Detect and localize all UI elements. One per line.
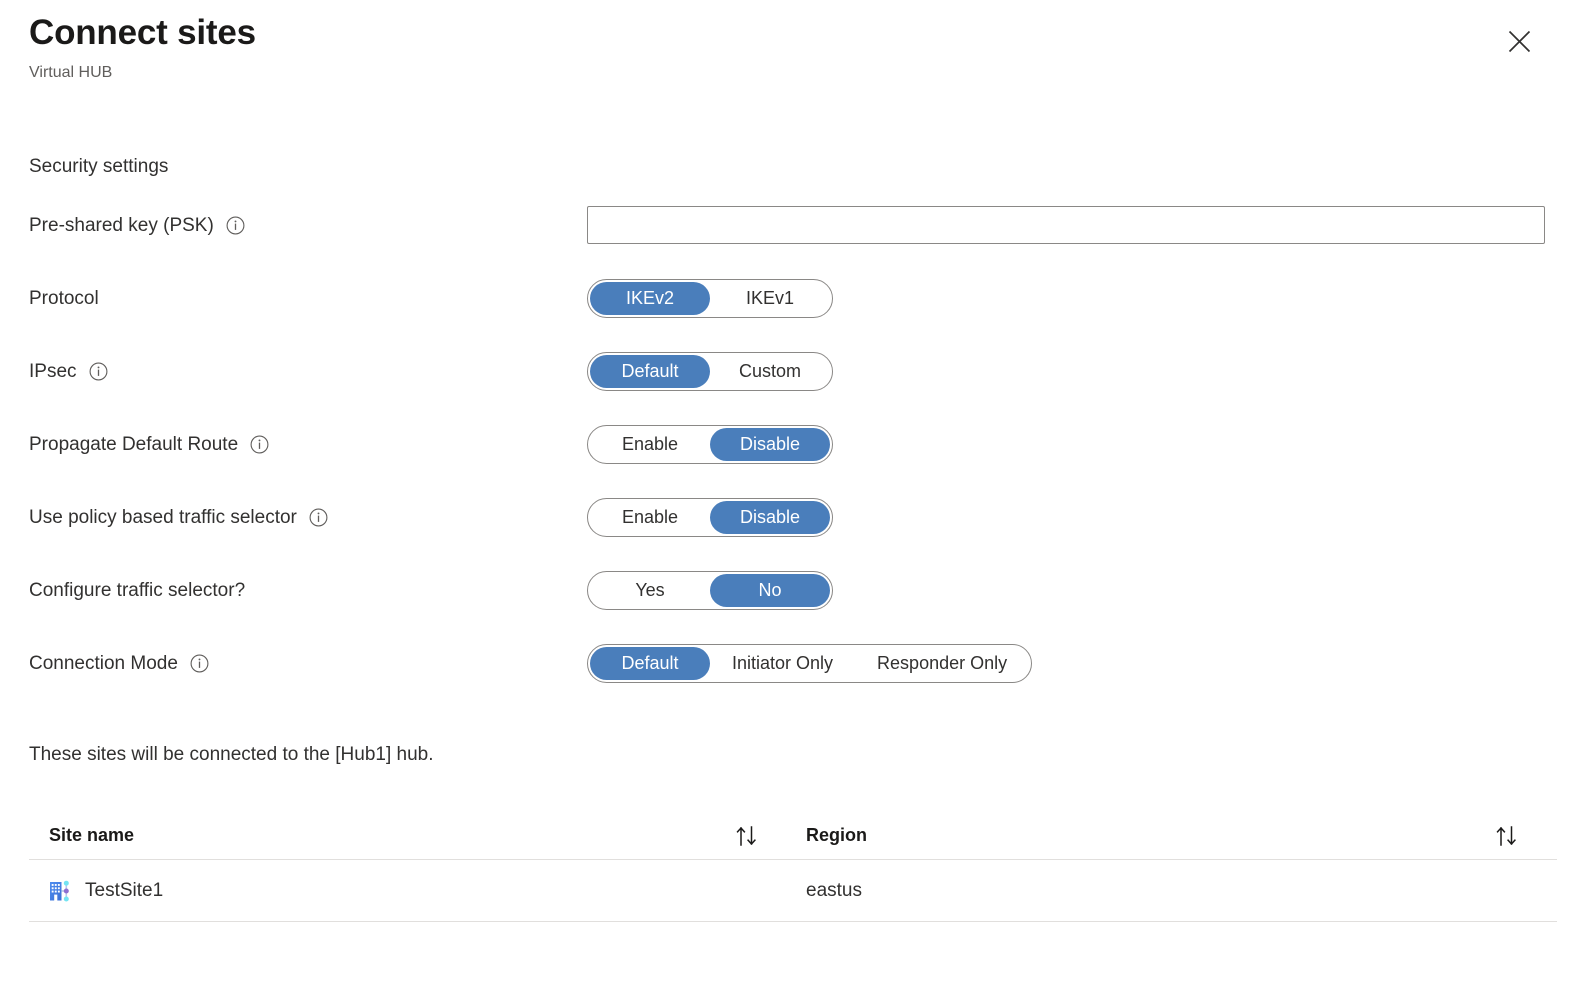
connection-mode-option-initiator-only[interactable]: Initiator Only	[710, 647, 855, 680]
page-subtitle: Virtual HUB	[29, 63, 113, 81]
label-psk-text: Pre-shared key (PSK)	[29, 214, 214, 236]
info-icon[interactable]	[226, 216, 245, 235]
connection-mode-option-default[interactable]: Default	[590, 646, 710, 680]
label-connection-mode-text: Connection Mode	[29, 652, 178, 674]
close-icon	[1508, 30, 1531, 53]
protocol-toggle[interactable]: IKEv2 IKEv1	[587, 278, 833, 318]
info-icon[interactable]	[309, 508, 328, 527]
control-configure-traffic-selector: Yes No	[587, 570, 833, 610]
sort-ascending-descending-icon[interactable]	[734, 823, 760, 849]
label-configure-traffic-selector-text: Configure traffic selector?	[29, 579, 246, 601]
table-row[interactable]: TestSite1 eastus	[29, 860, 1557, 922]
configure-traffic-selector-option-yes[interactable]: Yes	[590, 574, 710, 607]
close-button[interactable]	[1502, 24, 1536, 58]
control-ipsec: Default Custom	[587, 351, 833, 391]
sites-note: These sites will be connected to the [Hu…	[29, 744, 434, 765]
table-header-row: Site name Region	[29, 812, 1557, 860]
cell-site-name: TestSite1	[49, 879, 163, 903]
connection-mode-option-responder-only[interactable]: Responder Only	[855, 647, 1029, 680]
label-policy-based-traffic-selector-text: Use policy based traffic selector	[29, 506, 297, 528]
label-protocol: Protocol	[29, 289, 99, 308]
form-row-psk: Pre-shared key (PSK)	[0, 202, 1578, 248]
form-row-protocol: Protocol IKEv2 IKEv1	[0, 275, 1578, 321]
propagate-default-route-toggle[interactable]: Enable Disable	[587, 424, 833, 464]
connection-mode-toggle[interactable]: Default Initiator Only Responder Only	[587, 643, 1033, 683]
label-ipsec: IPsec	[29, 362, 108, 381]
info-icon[interactable]	[250, 435, 269, 454]
policy-based-traffic-selector-toggle[interactable]: Enable Disable	[587, 497, 833, 537]
configure-traffic-selector-toggle[interactable]: Yes No	[587, 570, 833, 610]
psk-input[interactable]	[587, 206, 1545, 244]
column-header-site-name[interactable]: Site name	[49, 825, 134, 846]
label-propagate-default-route-text: Propagate Default Route	[29, 433, 239, 455]
cell-region: eastus	[806, 879, 862, 901]
site-name-text: TestSite1	[85, 879, 164, 901]
policy-based-traffic-selector-option-enable[interactable]: Enable	[590, 501, 710, 534]
label-psk: Pre-shared key (PSK)	[29, 216, 245, 235]
sort-ascending-descending-icon[interactable]	[1494, 823, 1520, 849]
label-propagate-default-route: Propagate Default Route	[29, 435, 269, 454]
blade-header: Connect sites Virtual HUB	[29, 13, 256, 82]
sites-table: Site name Region TestSite1 eastus	[29, 812, 1557, 922]
form-row-configure-traffic-selector: Configure traffic selector? Yes No	[0, 567, 1578, 613]
page-title: Connect sites	[29, 13, 256, 52]
info-icon[interactable]	[190, 654, 209, 673]
control-policy-based-traffic-selector: Enable Disable	[587, 497, 833, 537]
section-title-security-settings: Security settings	[29, 156, 169, 177]
control-protocol: IKEv2 IKEv1	[587, 278, 833, 318]
label-policy-based-traffic-selector: Use policy based traffic selector	[29, 508, 328, 527]
label-ipsec-text: IPsec	[29, 360, 77, 382]
form-row-policy-based-traffic-selector: Use policy based traffic selector Enable…	[0, 494, 1578, 540]
protocol-option-ikev2[interactable]: IKEv2	[590, 281, 710, 315]
label-connection-mode: Connection Mode	[29, 654, 209, 673]
form-row-ipsec: IPsec Default Custom	[0, 348, 1578, 394]
propagate-default-route-option-enable[interactable]: Enable	[590, 428, 710, 461]
branch-site-icon	[50, 880, 69, 901]
policy-based-traffic-selector-option-disable[interactable]: Disable	[710, 500, 830, 534]
form-row-propagate-default-route: Propagate Default Route Enable Disable	[0, 421, 1578, 467]
control-connection-mode: Default Initiator Only Responder Only	[587, 643, 1033, 683]
info-icon[interactable]	[89, 362, 108, 381]
propagate-default-route-option-disable[interactable]: Disable	[710, 427, 830, 461]
label-configure-traffic-selector: Configure traffic selector?	[29, 581, 245, 600]
configure-traffic-selector-option-no[interactable]: No	[710, 573, 830, 607]
ipsec-option-custom[interactable]: Custom	[710, 355, 830, 388]
control-psk	[587, 206, 1545, 244]
ipsec-toggle[interactable]: Default Custom	[587, 351, 833, 391]
label-protocol-text: Protocol	[29, 287, 99, 309]
form-row-connection-mode: Connection Mode Default Initiator Only R…	[0, 640, 1578, 686]
protocol-option-ikev1[interactable]: IKEv1	[710, 282, 830, 315]
control-propagate-default-route: Enable Disable	[587, 424, 833, 464]
ipsec-option-default[interactable]: Default	[590, 354, 710, 388]
column-header-region[interactable]: Region	[806, 825, 867, 846]
